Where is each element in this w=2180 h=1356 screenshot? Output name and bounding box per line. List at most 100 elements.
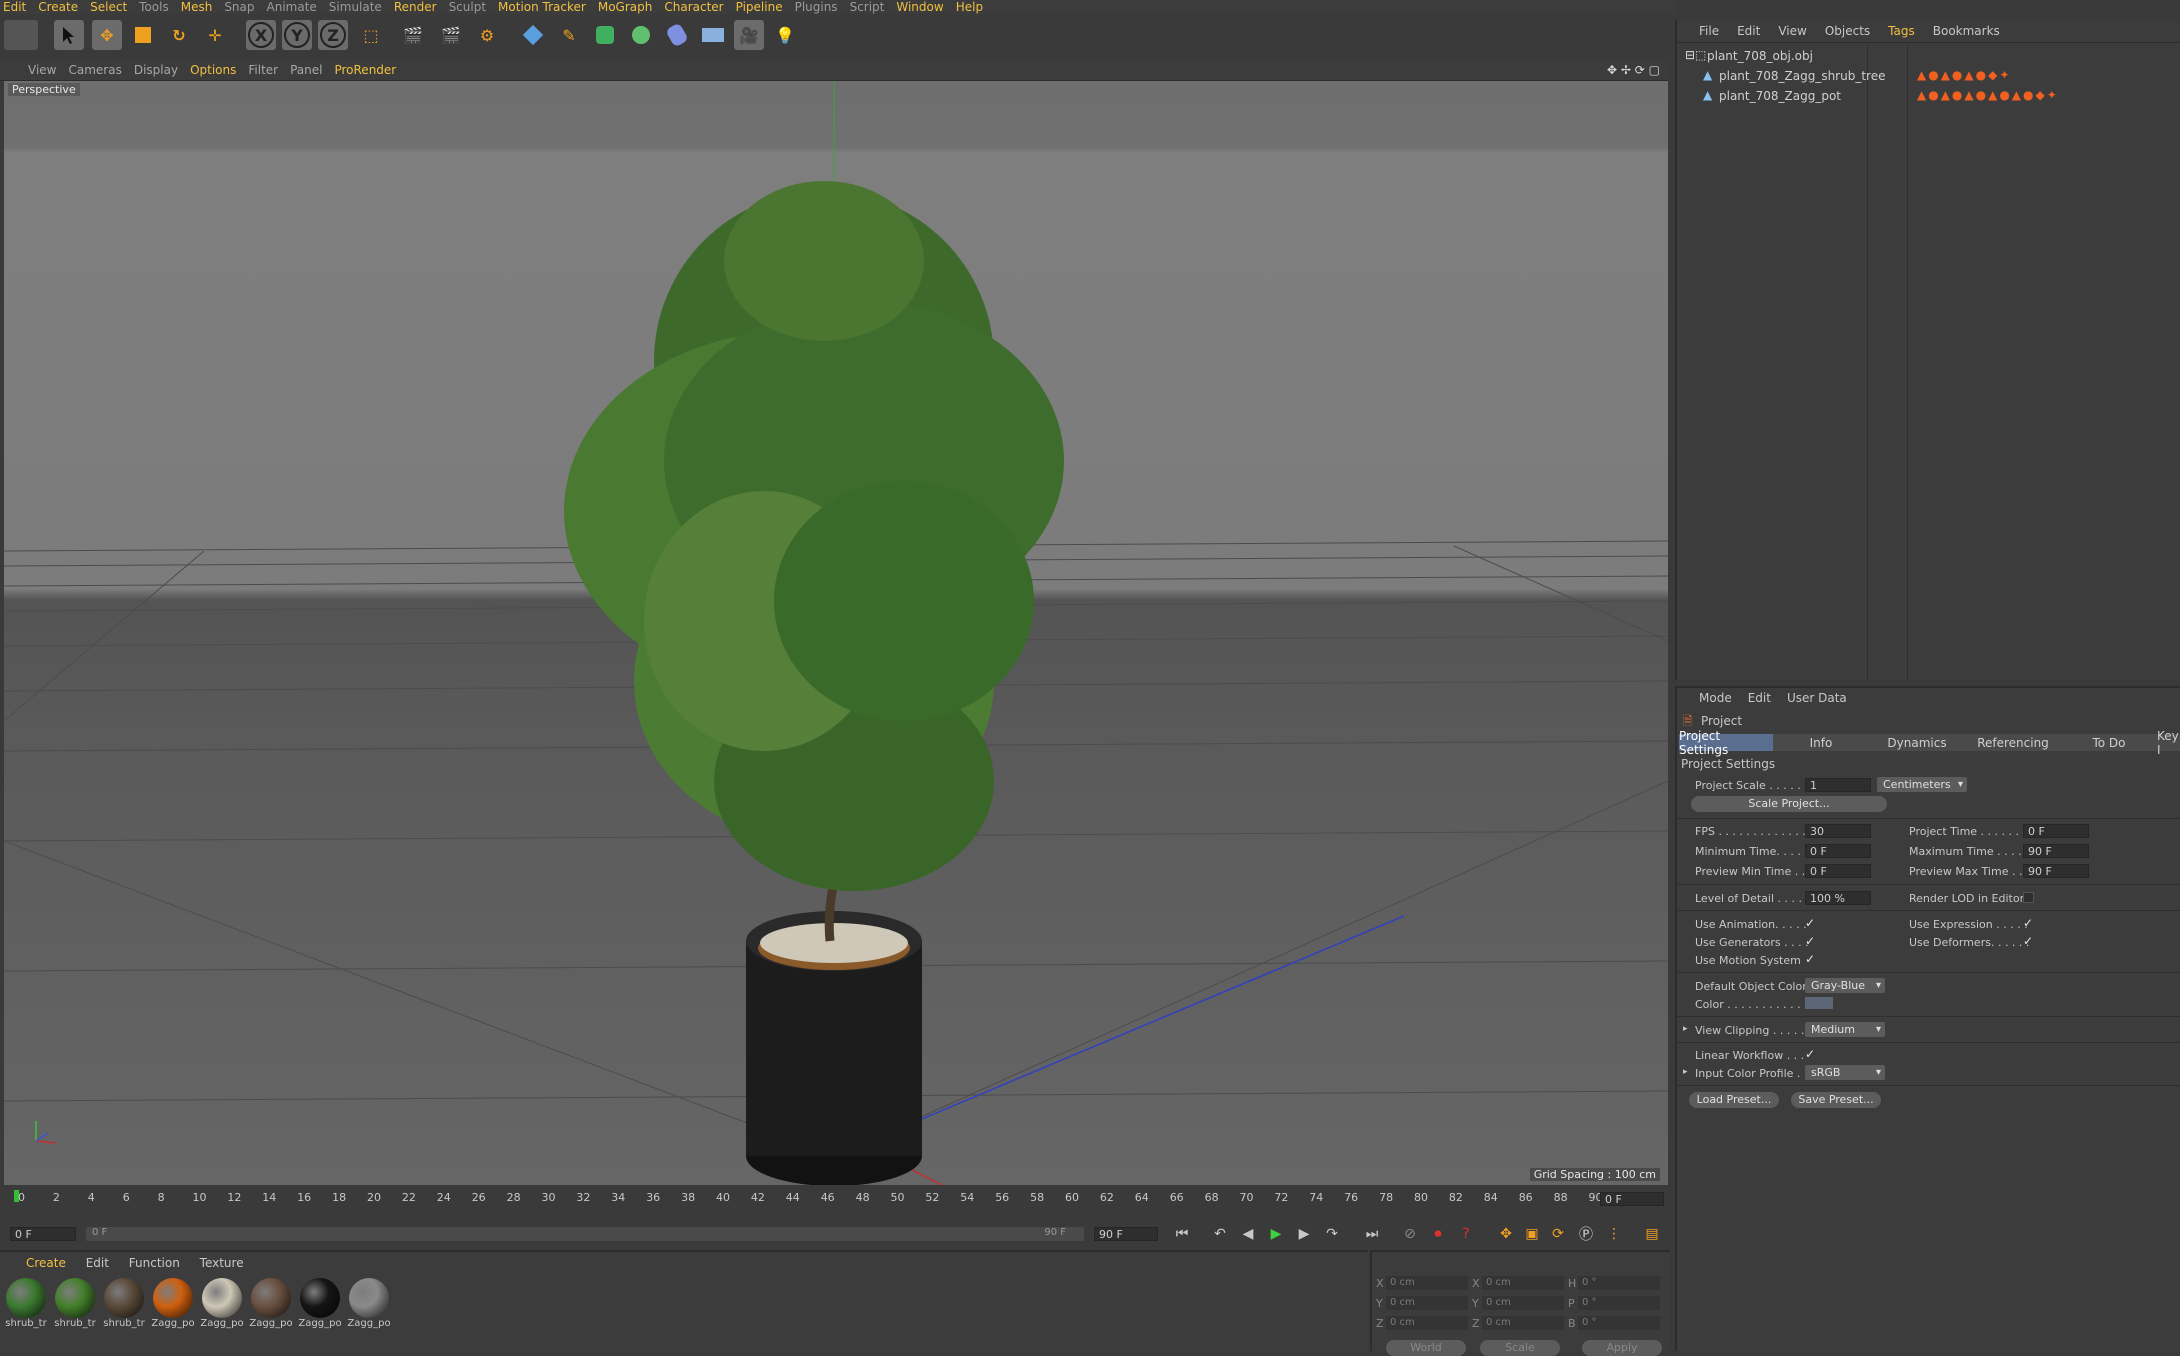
menu-select[interactable]: Select <box>90 0 136 14</box>
material-tags-icon[interactable]: ▲●▲●▲●◆✦ <box>1917 68 2011 82</box>
use-deformers-checkbox[interactable]: ✓ <box>2023 934 2033 948</box>
default-object-color-dropdown[interactable]: Gray-Blue <box>1805 978 1885 993</box>
object-row[interactable]: ⊟ ⬚ plant_708_obj.obj <box>1677 46 2180 66</box>
menu-simulate[interactable]: Simulate <box>329 0 391 14</box>
menu-animate[interactable]: Animate <box>267 0 326 14</box>
use-motion-system-checkbox[interactable]: ✓ <box>1805 952 1815 966</box>
scale-project-button[interactable]: Scale Project... <box>1691 796 1887 812</box>
key-pla-icon[interactable]: ⋮ <box>1602 1223 1626 1245</box>
linear-workflow-checkbox[interactable]: ✓ <box>1805 1047 1815 1061</box>
coordinate-field[interactable]: 0 cm <box>1482 1316 1564 1330</box>
material-swatch[interactable]: shrub_tr <box>4 1278 48 1329</box>
camera-icon[interactable]: 🎥 <box>734 20 764 50</box>
om-menu-tags[interactable]: Tags <box>1888 24 1915 38</box>
axis-x-button[interactable]: X <box>246 20 276 50</box>
floor-icon[interactable] <box>698 20 728 50</box>
use-animation-checkbox[interactable]: ✓ <box>1805 916 1815 930</box>
rotate-tool-icon[interactable]: ↻ <box>164 20 194 50</box>
subdivision-icon[interactable] <box>590 20 620 50</box>
tab-to-do[interactable]: To Do <box>2061 734 2158 751</box>
material-swatch[interactable]: Zagg_po <box>298 1278 342 1329</box>
menu-edit[interactable]: Edit <box>3 0 35 14</box>
viewport-nav-icons[interactable]: ✥ ✢ ⟳ ▢ <box>1607 63 1660 77</box>
world-dropdown[interactable]: World <box>1386 1340 1466 1356</box>
mm-menu-create[interactable]: Create <box>26 1256 66 1270</box>
viewport-perspective[interactable]: Perspective Grid Spacing : 100 cm <box>4 81 1668 1185</box>
tab-info[interactable]: Info <box>1773 734 1870 751</box>
expand-arrow-icon[interactable]: ▸ <box>1683 1024 1688 1034</box>
coordinate-field[interactable]: 0 cm <box>1386 1276 1468 1290</box>
maximum-time-field[interactable]: 90 F <box>2023 844 2089 858</box>
menu-tools[interactable]: Tools <box>139 0 178 14</box>
select-tool-icon[interactable] <box>54 20 84 50</box>
object-row[interactable]: ▲ plant_708_Zagg_shrub_tree ▲●▲●▲●◆✦ <box>1677 66 2180 86</box>
go-to-start-icon[interactable]: ⏮ <box>1170 1223 1194 1245</box>
pen-spline-icon[interactable]: ✎ <box>554 20 584 50</box>
next-key-icon[interactable]: ↷ <box>1320 1223 1344 1245</box>
view-clipping-dropdown[interactable]: Medium <box>1805 1022 1885 1037</box>
timeline-settings-icon[interactable]: ▤ <box>1640 1223 1664 1245</box>
render-view-icon[interactable]: 🎬 <box>398 20 428 50</box>
mm-menu-edit[interactable]: Edit <box>86 1256 109 1270</box>
cloner-icon[interactable] <box>626 20 656 50</box>
scale-dropdown[interactable]: Scale <box>1480 1340 1560 1356</box>
add-tool-icon[interactable]: ✛ <box>200 20 230 50</box>
scale-tool-icon[interactable] <box>128 20 158 50</box>
save-preset-button[interactable]: Save Preset... <box>1791 1092 1881 1108</box>
use-generators-checkbox[interactable]: ✓ <box>1805 934 1815 948</box>
om-menu-view[interactable]: View <box>1778 24 1806 38</box>
mm-menu-function[interactable]: Function <box>129 1256 180 1270</box>
menu-character[interactable]: Character <box>664 0 732 14</box>
menu-mograph[interactable]: MoGraph <box>598 0 662 14</box>
autokey-icon[interactable]: ⏺ <box>1426 1223 1450 1245</box>
material-swatch[interactable]: Zagg_po <box>200 1278 244 1329</box>
menu-render[interactable]: Render <box>394 0 446 14</box>
tab-dynamics[interactable]: Dynamics <box>1869 734 1966 751</box>
viewport-menu-filter[interactable]: Filter <box>248 63 278 77</box>
previous-key-icon[interactable]: ↶ <box>1208 1223 1232 1245</box>
viewport-menu-display[interactable]: Display <box>134 63 178 77</box>
render-settings-icon[interactable]: ⚙ <box>472 20 502 50</box>
menu-sculpt[interactable]: Sculpt <box>449 0 495 14</box>
keyframe-selection-icon[interactable]: ? <box>1454 1223 1478 1245</box>
material-swatch[interactable]: Zagg_po <box>249 1278 293 1329</box>
current-frame-field[interactable]: 0 F <box>1600 1192 1664 1206</box>
mm-menu-texture[interactable]: Texture <box>200 1256 244 1270</box>
input-color-profile-dropdown[interactable]: sRGB <box>1805 1065 1885 1080</box>
menu-snap[interactable]: Snap <box>224 0 263 14</box>
undo-icon[interactable] <box>4 20 38 50</box>
play-icon[interactable]: ▶ <box>1264 1223 1288 1245</box>
apply-button[interactable]: Apply <box>1582 1340 1662 1356</box>
project-scale-field[interactable]: 1 <box>1805 778 1871 792</box>
tab-project-settings[interactable]: Project Settings <box>1679 729 1774 757</box>
previous-frame-icon[interactable]: ◀ <box>1236 1223 1260 1245</box>
key-parameter-icon[interactable]: Ⓟ <box>1574 1223 1598 1245</box>
level-of-detail-field[interactable]: 100 % <box>1805 891 1871 905</box>
coordinate-field[interactable]: 0 cm <box>1482 1296 1564 1310</box>
coordinate-field[interactable]: 0 ° <box>1578 1296 1660 1310</box>
key-rotation-icon[interactable]: ⟳ <box>1546 1223 1570 1245</box>
expand-icon[interactable]: ⊟ <box>1685 48 1695 62</box>
color-swatch[interactable] <box>1805 997 1833 1009</box>
om-menu-bookmarks[interactable]: Bookmarks <box>1933 24 2000 38</box>
material-swatch[interactable]: shrub_tr <box>53 1278 97 1329</box>
start-frame-field[interactable]: 0 F <box>10 1227 76 1241</box>
om-menu-edit[interactable]: Edit <box>1737 24 1760 38</box>
coordinate-field[interactable]: 0 ° <box>1578 1316 1660 1330</box>
light-icon[interactable]: 💡 <box>770 20 800 50</box>
cube-icon[interactable] <box>518 20 548 50</box>
end-frame-field[interactable]: 90 F <box>1094 1227 1158 1241</box>
axis-z-button[interactable]: Z <box>318 20 348 50</box>
menu-mesh[interactable]: Mesh <box>181 0 222 14</box>
menu-script[interactable]: Script <box>850 0 894 14</box>
render-lod-checkbox[interactable] <box>2023 892 2034 903</box>
use-expression-checkbox[interactable]: ✓ <box>2023 916 2033 930</box>
material-swatch[interactable]: Zagg_po <box>347 1278 391 1329</box>
tab-key-interpolation[interactable]: Key I <box>2157 729 2180 757</box>
am-menu-edit[interactable]: Edit <box>1748 691 1771 705</box>
deformer-icon[interactable] <box>662 20 692 50</box>
key-scale-icon[interactable]: ▣ <box>1520 1223 1544 1245</box>
load-preset-button[interactable]: Load Preset... <box>1689 1092 1779 1108</box>
am-menu-user-data[interactable]: User Data <box>1787 691 1847 705</box>
material-tags-icon[interactable]: ▲●▲●▲●▲●▲●◆✦ <box>1917 88 2059 102</box>
